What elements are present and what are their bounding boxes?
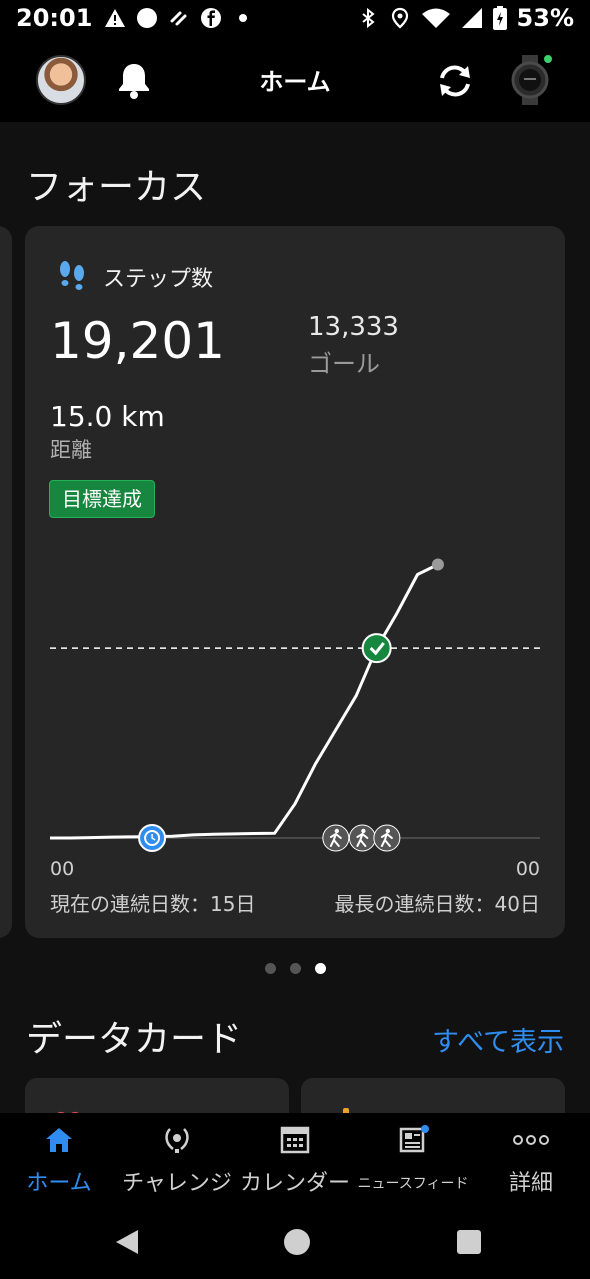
status-bar: 20:01 53% <box>0 0 590 36</box>
steps-card-label: ステップ数 <box>103 267 214 292</box>
avatar[interactable] <box>36 55 86 105</box>
recents-icon[interactable] <box>454 1227 484 1257</box>
focus-pager-dots[interactable] <box>0 963 590 974</box>
newsfeed-icon <box>397 1125 429 1155</box>
steps-card-header: ステップ数 <box>55 258 213 296</box>
nav-calendar-label: カレンダー <box>239 1171 350 1196</box>
status-time: 20:01 <box>16 4 93 32</box>
walker-head <box>361 828 366 834</box>
pager-dot[interactable] <box>289 963 301 974</box>
steps-goal-value: 13,333 <box>308 312 399 342</box>
nav-newsfeed[interactable]: ニュースフィード <box>354 1113 472 1203</box>
longest-streak: 最長の連続日数：40日 <box>334 892 540 916</box>
nav-calendar[interactable]: カレンダー <box>236 1113 354 1203</box>
previous-focus-card[interactable] <box>0 226 12 938</box>
bluetooth-icon <box>357 7 379 29</box>
device-connected-indicator <box>542 53 554 65</box>
nav-more[interactable]: 詳細 <box>472 1113 590 1203</box>
link-icon <box>168 7 190 29</box>
status-system-icons: 53% <box>357 4 574 32</box>
walking-icon <box>373 824 401 852</box>
see-all-link[interactable]: すべて表示 <box>432 1020 564 1059</box>
pager-dot-active[interactable] <box>314 963 326 974</box>
device-watch-icon[interactable] <box>510 53 554 105</box>
home-circle-icon[interactable] <box>282 1227 312 1257</box>
home-icon <box>43 1125 75 1155</box>
data-cards-section-title: データカード <box>26 1019 243 1060</box>
status-notification-icons <box>104 7 254 29</box>
steps-end-point <box>431 558 444 571</box>
chart-axis-end-label: 00 <box>515 858 540 880</box>
goal-reached-check-icon <box>361 633 392 664</box>
walker-head <box>334 828 340 834</box>
laurel-icon <box>161 1125 193 1155</box>
bottom-navigation: ホーム チャレンジ カレンダー ニュースフィード 詳細 <box>0 1113 590 1203</box>
nav-challenges-label: チャレンジ <box>122 1171 232 1196</box>
chart-axis-start-label: 00 <box>50 858 75 880</box>
focus-section-title: フォーカス <box>26 167 207 208</box>
steps-goal-label: ゴール <box>308 350 380 378</box>
nav-challenges[interactable]: チャレンジ <box>118 1113 236 1203</box>
steps-count: 19,201 <box>50 312 225 370</box>
nav-home[interactable]: ホーム <box>0 1113 118 1203</box>
walking-icon <box>322 824 350 852</box>
facebook-icon <box>200 7 222 29</box>
warning-icon <box>104 7 126 29</box>
steps-focus-card[interactable]: ステップ数 19,201 13,333 ゴール 15.0 km 距離 目標達成 … <box>25 226 565 938</box>
nav-home-label: ホーム <box>26 1171 92 1196</box>
system-navigation-bar <box>0 1203 590 1279</box>
circle-icon <box>136 7 158 29</box>
nav-newsfeed-label: ニュースフィード <box>357 1176 469 1192</box>
current-streak: 現在の連続日数：15日 <box>50 892 256 916</box>
pager-dot[interactable] <box>264 963 276 974</box>
distance-value: 15.0 km <box>50 400 165 433</box>
battery-percentage: 53% <box>516 4 574 32</box>
battery-charging-icon <box>492 6 507 30</box>
page-title: ホーム <box>259 68 331 96</box>
sync-icon[interactable] <box>432 58 478 104</box>
more-icon <box>511 1125 551 1155</box>
notifications-bell-icon[interactable] <box>112 58 156 102</box>
nav-more-label: 詳細 <box>508 1171 553 1196</box>
walking-icon <box>348 824 376 852</box>
location-icon <box>389 7 411 29</box>
goal-achieved-badge: 目標達成 <box>49 480 155 518</box>
wifi-icon <box>421 7 451 29</box>
steps-series-line <box>50 563 439 840</box>
back-icon[interactable] <box>112 1227 142 1257</box>
calendar-icon <box>279 1125 311 1155</box>
steps-chart <box>50 558 540 852</box>
distance-label: 距離 <box>50 438 92 462</box>
signal-icon <box>461 7 483 29</box>
app-bar: ホーム <box>0 36 590 122</box>
walker-head <box>385 828 391 834</box>
footprints-icon <box>55 258 89 296</box>
dot-icon <box>232 7 254 29</box>
